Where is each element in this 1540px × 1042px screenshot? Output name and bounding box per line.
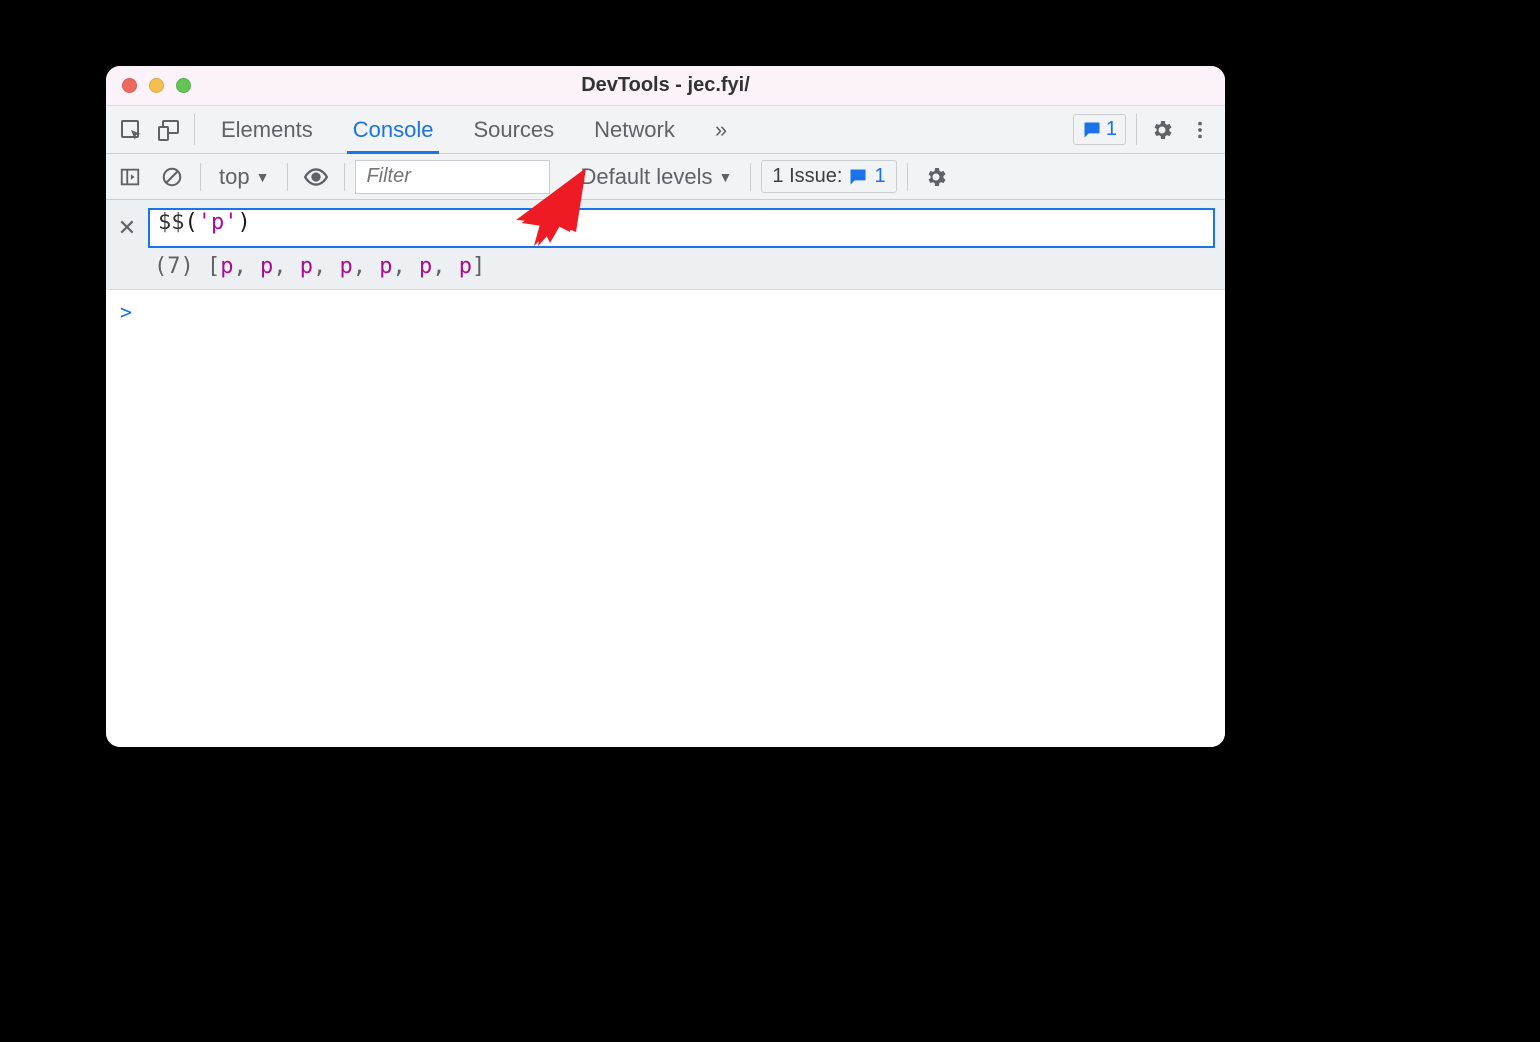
titlebar: DevTools - jec.fyi/: [106, 66, 1225, 106]
result-items: p, p, p, p, p, p, p: [220, 254, 472, 279]
result-close-bracket: ]: [472, 254, 485, 279]
console-toolbar: top ▼ Default levels ▼ 1 Issue: 1: [106, 154, 1225, 200]
clear-console-icon[interactable]: [154, 159, 190, 195]
separator: [200, 163, 201, 191]
result-node[interactable]: p: [379, 254, 392, 279]
tab-elements[interactable]: Elements: [201, 106, 333, 153]
toggle-sidebar-icon[interactable]: [112, 159, 148, 195]
result-node[interactable]: p: [419, 254, 432, 279]
result-node[interactable]: p: [300, 254, 313, 279]
expr-close-paren: ): [238, 210, 251, 235]
expr-string: 'p': [198, 210, 238, 235]
tab-sources[interactable]: Sources: [453, 106, 574, 153]
result-separator: ,: [234, 254, 261, 279]
result-separator: ,: [393, 254, 420, 279]
dropdown-triangle-icon: ▼: [256, 169, 270, 185]
expr-func: $$: [158, 210, 185, 235]
result-separator: ,: [432, 254, 459, 279]
live-expression-input[interactable]: $$('p'): [148, 208, 1215, 248]
close-icon[interactable]: ✕: [116, 215, 138, 241]
chat-icon: [848, 167, 868, 187]
main-tabbar: Elements Console Sources Network » 1: [106, 106, 1225, 154]
levels-label: Default levels: [580, 164, 712, 190]
result-node[interactable]: p: [340, 254, 353, 279]
execution-context-selector[interactable]: top ▼: [211, 164, 277, 190]
feedback-count: 1: [1106, 118, 1117, 141]
separator: [344, 163, 345, 191]
feedback-badge[interactable]: 1: [1073, 114, 1126, 145]
live-expression-row: ✕ $$('p') (7) [p, p, p, p, p, p, p]: [106, 200, 1225, 290]
result-count: (7): [154, 254, 194, 279]
expr-open-paren: (: [185, 210, 198, 235]
issues-count: 1: [874, 165, 885, 188]
context-label: top: [219, 164, 250, 190]
console-settings-gear-icon[interactable]: [918, 159, 954, 195]
result-separator: ,: [273, 254, 300, 279]
tab-network[interactable]: Network: [574, 106, 695, 153]
result-node[interactable]: p: [220, 254, 233, 279]
separator: [1136, 114, 1137, 145]
console-prompt: >: [120, 300, 132, 324]
window-title: DevTools - jec.fyi/: [106, 74, 1225, 97]
result-node[interactable]: p: [459, 254, 472, 279]
result-separator: ,: [313, 254, 340, 279]
devtools-window: DevTools - jec.fyi/ Elements Console Sou…: [106, 66, 1225, 747]
log-levels-selector[interactable]: Default levels ▼: [572, 164, 740, 190]
filter-input[interactable]: [355, 160, 550, 194]
result-open-bracket: [: [194, 254, 221, 279]
inspect-element-icon[interactable]: [112, 106, 150, 153]
tab-overflow[interactable]: »: [695, 106, 747, 153]
device-toolbar-icon[interactable]: [150, 106, 188, 153]
separator: [194, 114, 195, 145]
result-node[interactable]: p: [260, 254, 273, 279]
chat-icon: [1082, 120, 1102, 140]
settings-gear-icon[interactable]: [1143, 106, 1181, 153]
separator: [907, 163, 908, 191]
separator: [287, 163, 288, 191]
issues-label: 1 Issue:: [772, 165, 842, 188]
panel-tabs: Elements Console Sources Network »: [201, 106, 747, 153]
more-menu-icon[interactable]: [1181, 106, 1219, 153]
issues-badge[interactable]: 1 Issue: 1: [761, 160, 896, 193]
live-expression-eye-icon[interactable]: [298, 159, 334, 195]
result-separator: ,: [353, 254, 380, 279]
dropdown-triangle-icon: ▼: [719, 169, 733, 185]
tab-console[interactable]: Console: [333, 106, 454, 153]
console-output[interactable]: >: [106, 290, 1225, 747]
live-expression-result: (7) [p, p, p, p, p, p, p]: [116, 248, 1215, 279]
separator: [750, 163, 751, 191]
